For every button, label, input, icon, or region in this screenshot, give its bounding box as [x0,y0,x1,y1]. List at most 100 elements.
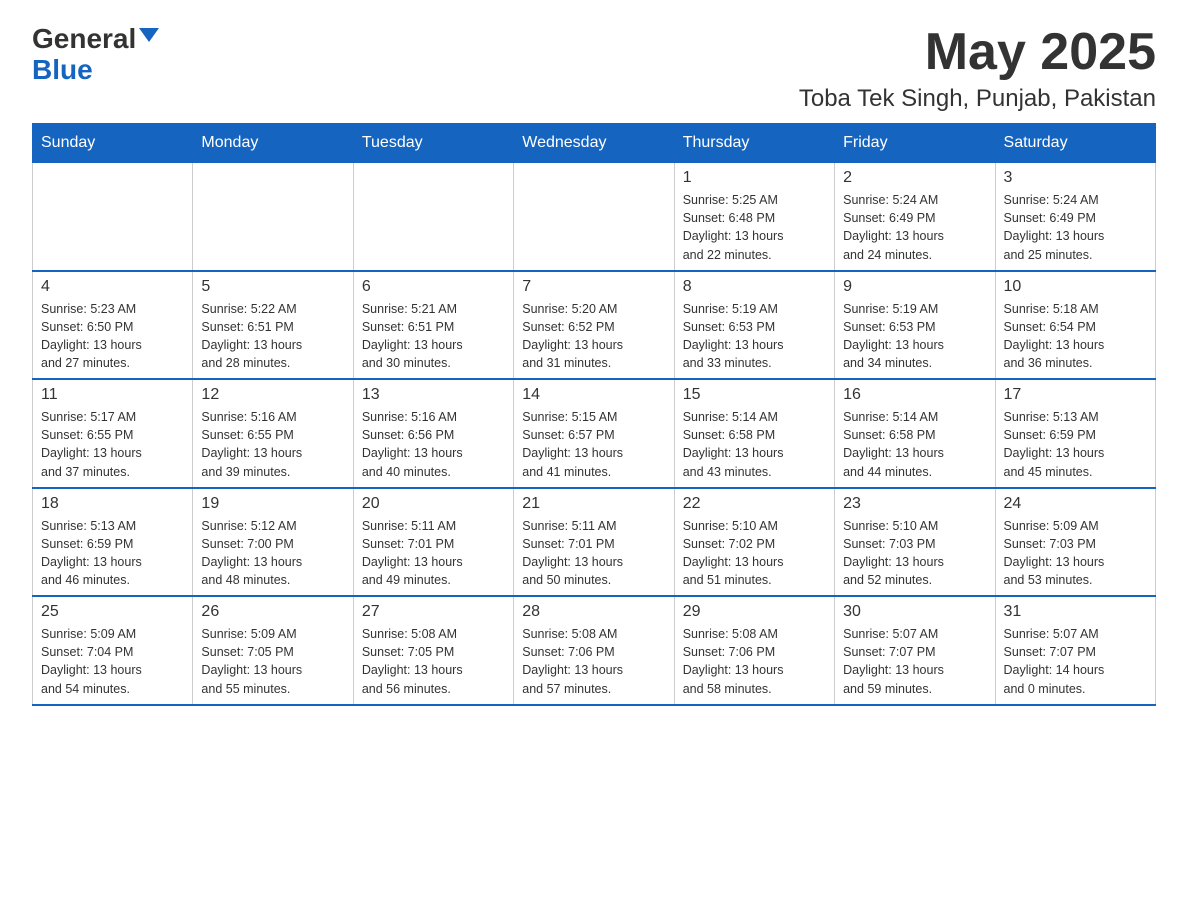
day-info: Sunrise: 5:25 AMSunset: 6:48 PMDaylight:… [683,191,826,264]
day-cell-1-2 [193,163,353,271]
day-info: Sunrise: 5:12 AMSunset: 7:00 PMDaylight:… [201,517,344,590]
day-cell-3-7: 17 Sunrise: 5:13 AMSunset: 6:59 PMDayligh… [995,379,1155,488]
day-info: Sunrise: 5:08 AMSunset: 7:06 PMDaylight:… [683,625,826,698]
day-info: Sunrise: 5:24 AMSunset: 6:49 PMDaylight:… [843,191,986,264]
day-cell-2-5: 8Sunrise: 5:19 AMSunset: 6:53 PMDaylight… [674,271,834,380]
day-cell-4-1: 18 Sunrise: 5:13 AMSunset: 6:59 PMDayligh… [33,488,193,597]
day-info: Sunrise: 5:23 AMSunset: 6:50 PMDaylight:… [41,300,184,373]
day-cell-5-1: 25 Sunrise: 5:09 AMSunset: 7:04 PMDayligh… [33,596,193,705]
col-thursday: Thursday [674,124,834,163]
day-number: 17 [1004,386,1147,404]
day-cell-4-7: 24 Sunrise: 5:09 AMSunset: 7:03 PMDayligh… [995,488,1155,597]
day-info: Sunrise: 5:13 AMSunset: 6:59 PMDaylight:… [1004,408,1147,481]
day-number: 16 [843,386,986,404]
day-number: 9 [843,278,986,296]
day-info: Sunrise: 5:24 AMSunset: 6:49 PMDaylight:… [1004,191,1147,264]
day-number: 12 [201,386,344,404]
day-number: 21 [522,495,665,513]
day-number: 1 [683,169,826,187]
day-number: 10 [1004,278,1147,296]
day-number: 6 [362,278,505,296]
day-info: Sunrise: 5:09 AMSunset: 7:05 PMDaylight:… [201,625,344,698]
day-info: Sunrise: 5:08 AMSunset: 7:06 PMDaylight:… [522,625,665,698]
day-info: Sunrise: 5:07 AMSunset: 7:07 PMDaylight:… [1004,625,1147,698]
calendar-header-row: Sunday Monday Tuesday Wednesday Thursday… [33,124,1156,163]
day-cell-5-4: 28Sunrise: 5:08 AMSunset: 7:06 PMDayligh… [514,596,674,705]
day-cell-2-1: 4 Sunrise: 5:23 AMSunset: 6:50 PMDaylight… [33,271,193,380]
day-number: 23 [843,495,986,513]
day-info: Sunrise: 5:18 AMSunset: 6:54 PMDaylight:… [1004,300,1147,373]
day-info: Sunrise: 5:19 AMSunset: 6:53 PMDaylight:… [843,300,986,373]
day-info: Sunrise: 5:09 AMSunset: 7:03 PMDaylight:… [1004,517,1147,590]
day-cell-3-1: 11Sunrise: 5:17 AMSunset: 6:55 PMDayligh… [33,379,193,488]
day-cell-4-2: 19 Sunrise: 5:12 AMSunset: 7:00 PMDayligh… [193,488,353,597]
day-number: 31 [1004,603,1147,621]
day-number: 25 [41,603,184,621]
day-cell-4-4: 21 Sunrise: 5:11 AMSunset: 7:01 PMDayligh… [514,488,674,597]
day-number: 2 [843,169,986,187]
day-cell-5-2: 26 Sunrise: 5:09 AMSunset: 7:05 PMDayligh… [193,596,353,705]
page-header: General Blue May 2025 Toba Tek Singh, Pu… [32,24,1156,113]
logo-general-text: General [32,24,136,55]
day-info: Sunrise: 5:14 AMSunset: 6:58 PMDaylight:… [843,408,986,481]
day-cell-5-6: 30Sunrise: 5:07 AMSunset: 7:07 PMDayligh… [835,596,995,705]
day-info: Sunrise: 5:13 AMSunset: 6:59 PMDaylight:… [41,517,184,590]
day-cell-3-3: 13Sunrise: 5:16 AMSunset: 6:56 PMDayligh… [353,379,513,488]
day-cell-1-7: 3 Sunrise: 5:24 AMSunset: 6:49 PMDaylight… [995,163,1155,271]
day-info: Sunrise: 5:10 AMSunset: 7:02 PMDaylight:… [683,517,826,590]
day-info: Sunrise: 5:14 AMSunset: 6:58 PMDaylight:… [683,408,826,481]
col-friday: Friday [835,124,995,163]
day-number: 19 [201,495,344,513]
col-wednesday: Wednesday [514,124,674,163]
week-row-1: 1 Sunrise: 5:25 AMSunset: 6:48 PMDaylight… [33,163,1156,271]
day-number: 26 [201,603,344,621]
day-info: Sunrise: 5:07 AMSunset: 7:07 PMDaylight:… [843,625,986,698]
day-info: Sunrise: 5:17 AMSunset: 6:55 PMDaylight:… [41,408,184,481]
day-info: Sunrise: 5:09 AMSunset: 7:04 PMDaylight:… [41,625,184,698]
week-row-4: 18 Sunrise: 5:13 AMSunset: 6:59 PMDayligh… [33,488,1156,597]
day-cell-5-5: 29 Sunrise: 5:08 AMSunset: 7:06 PMDayligh… [674,596,834,705]
day-info: Sunrise: 5:21 AMSunset: 6:51 PMDaylight:… [362,300,505,373]
logo-triangle-icon [139,28,159,42]
day-cell-2-7: 10 Sunrise: 5:18 AMSunset: 6:54 PMDayligh… [995,271,1155,380]
day-number: 13 [362,386,505,404]
day-number: 18 [41,495,184,513]
day-cell-1-3 [353,163,513,271]
day-cell-1-6: 2 Sunrise: 5:24 AMSunset: 6:49 PMDaylight… [835,163,995,271]
calendar-table: Sunday Monday Tuesday Wednesday Thursday… [32,123,1156,706]
day-number: 29 [683,603,826,621]
day-info: Sunrise: 5:08 AMSunset: 7:05 PMDaylight:… [362,625,505,698]
day-number: 15 [683,386,826,404]
day-info: Sunrise: 5:15 AMSunset: 6:57 PMDaylight:… [522,408,665,481]
day-cell-5-7: 31 Sunrise: 5:07 AMSunset: 7:07 PMDayligh… [995,596,1155,705]
day-number: 3 [1004,169,1147,187]
col-tuesday: Tuesday [353,124,513,163]
day-cell-4-5: 22Sunrise: 5:10 AMSunset: 7:02 PMDayligh… [674,488,834,597]
day-info: Sunrise: 5:19 AMSunset: 6:53 PMDaylight:… [683,300,826,373]
day-cell-4-3: 20Sunrise: 5:11 AMSunset: 7:01 PMDayligh… [353,488,513,597]
day-number: 27 [362,603,505,621]
day-number: 20 [362,495,505,513]
calendar-subtitle: Toba Tek Singh, Punjab, Pakistan [799,85,1156,113]
day-cell-2-3: 6 Sunrise: 5:21 AMSunset: 6:51 PMDaylight… [353,271,513,380]
day-cell-3-5: 15 Sunrise: 5:14 AMSunset: 6:58 PMDayligh… [674,379,834,488]
day-info: Sunrise: 5:11 AMSunset: 7:01 PMDaylight:… [522,517,665,590]
day-number: 24 [1004,495,1147,513]
day-info: Sunrise: 5:20 AMSunset: 6:52 PMDaylight:… [522,300,665,373]
day-cell-1-5: 1 Sunrise: 5:25 AMSunset: 6:48 PMDaylight… [674,163,834,271]
week-row-2: 4 Sunrise: 5:23 AMSunset: 6:50 PMDaylight… [33,271,1156,380]
day-number: 5 [201,278,344,296]
day-number: 14 [522,386,665,404]
day-cell-3-4: 14 Sunrise: 5:15 AMSunset: 6:57 PMDayligh… [514,379,674,488]
day-cell-5-3: 27 Sunrise: 5:08 AMSunset: 7:05 PMDayligh… [353,596,513,705]
day-cell-3-6: 16 Sunrise: 5:14 AMSunset: 6:58 PMDayligh… [835,379,995,488]
day-info: Sunrise: 5:16 AMSunset: 6:55 PMDaylight:… [201,408,344,481]
logo-blue-text: Blue [32,55,93,86]
week-row-5: 25 Sunrise: 5:09 AMSunset: 7:04 PMDayligh… [33,596,1156,705]
day-number: 4 [41,278,184,296]
title-block: May 2025 Toba Tek Singh, Punjab, Pakista… [799,24,1156,113]
day-cell-2-4: 7Sunrise: 5:20 AMSunset: 6:52 PMDaylight… [514,271,674,380]
calendar-title: May 2025 [799,24,1156,81]
col-saturday: Saturday [995,124,1155,163]
col-monday: Monday [193,124,353,163]
